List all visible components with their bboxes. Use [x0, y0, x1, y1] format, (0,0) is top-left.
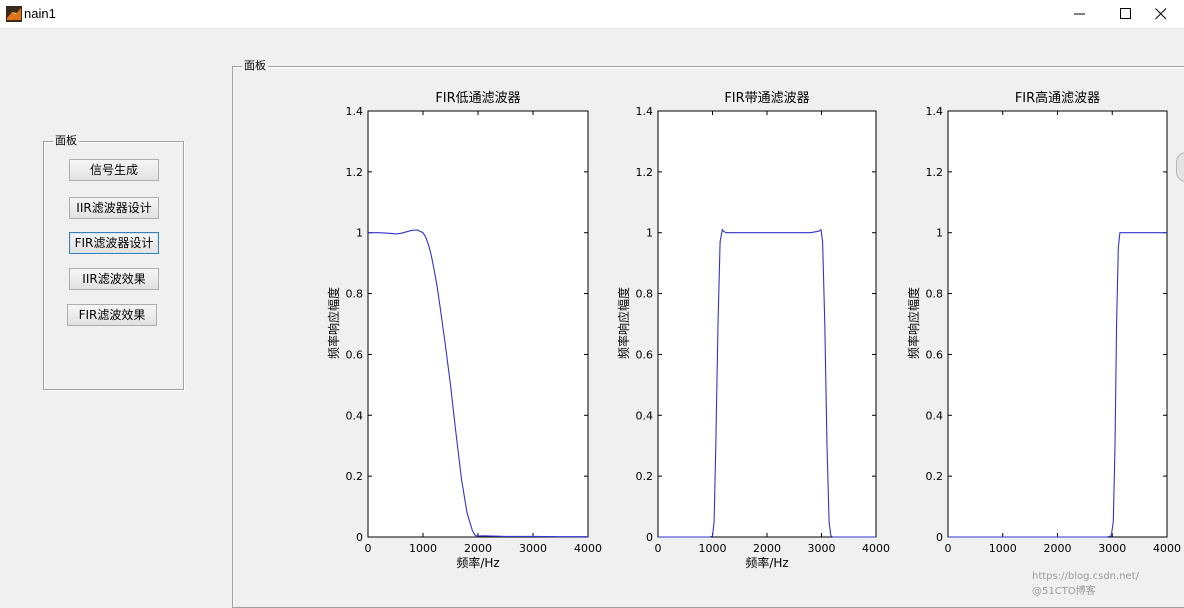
x-tick-label: 1000 — [699, 542, 727, 555]
x-tick-label: 1000 — [989, 542, 1017, 555]
plot-area — [947, 110, 1168, 538]
x-tick-label: 0 — [945, 542, 952, 555]
y-tick-label: 0.8 — [926, 288, 944, 301]
x-tick-label: 1000 — [409, 542, 437, 555]
chart-title: FIR高通滤波器 — [1015, 90, 1100, 106]
y-tick-label: 1.2 — [346, 166, 364, 179]
y-tick-label: 0.6 — [346, 348, 364, 361]
y-tick-label: 1.2 — [636, 166, 654, 179]
plot-area — [657, 110, 877, 538]
x-tick-label: 0 — [365, 542, 372, 555]
filter-plots: 00.20.40.60.811.21.40 1000 2000 3000 4000FIR… — [326, 90, 1181, 570]
y-tick-label: 0.6 — [926, 348, 944, 361]
y-tick-label: 0.4 — [926, 409, 944, 422]
y-tick-label: 1 — [356, 227, 363, 240]
x-tick-label: 4000 — [862, 542, 890, 555]
watermark: https://blog.csdn.net/ @51CTO博客 — [1032, 571, 1139, 597]
chart-1: 0 0.2 0.4 0.6 0.8 1 1.2 1.4 0 1000 2000 3000 4000 FIR… — [326, 91, 602, 570]
x-tick-label: 3000 — [519, 542, 547, 555]
y-tick-label: 1 — [936, 227, 943, 240]
y-tick-label: 1.4 — [636, 105, 654, 118]
plot-area — [367, 110, 589, 538]
y-tick-label: 0 — [356, 531, 363, 544]
x-tick-label: 3000 — [1098, 542, 1126, 555]
y-tick-label: 0.6 — [636, 348, 654, 361]
x-tick-label: 4000 — [574, 542, 602, 555]
y-tick-label: 1.4 — [926, 105, 944, 118]
chart-3: 0 0.2 0.4 0.6 0.8 1 1.2 1.4 0 1000 2000 3000 4000 FIR… — [906, 90, 1181, 555]
y-axis-label: 频率响应幅度 — [326, 287, 341, 359]
y-tick-label: 0.4 — [346, 409, 364, 422]
y-tick-label: 0 — [646, 531, 653, 544]
y-tick-label: 1 — [646, 227, 653, 240]
y-tick-label: 0.2 — [636, 470, 654, 483]
x-tick-label: 2000 — [464, 542, 492, 555]
y-axis-label: 频率响应幅度 — [906, 287, 921, 359]
chart-title: FIR带通滤波器 — [724, 91, 809, 106]
x-axis-label: 频率/Hz — [456, 555, 499, 570]
x-tick-label: 2000 — [753, 542, 781, 555]
y-tick-label: 0.2 — [926, 470, 944, 483]
chart-title: FIR低通滤波器 — [435, 91, 520, 106]
y-tick-label: 0.8 — [636, 288, 654, 301]
y-axis-label: 频率响应幅度 — [616, 287, 631, 359]
chart-2: 0 0.2 0.4 0.6 0.8 1 1.2 1.4 0 1000 2000 3000 4000 FIR… — [616, 91, 890, 570]
x-axis-label: 频率/Hz — [745, 555, 788, 570]
y-tick-label: 1.4 — [346, 105, 364, 118]
x-tick-label: 2000 — [1044, 542, 1072, 555]
x-tick-label: 3000 — [808, 542, 836, 555]
y-tick-label: 0.4 — [636, 409, 654, 422]
y-tick-label: 1.2 — [926, 166, 944, 179]
scroll-handle[interactable] — [1176, 152, 1184, 182]
x-tick-label: 4000 — [1153, 542, 1181, 555]
y-tick-label: 0.2 — [346, 470, 364, 483]
x-tick-label: 0 — [655, 542, 662, 555]
y-tick-label: 0 — [936, 531, 943, 544]
y-tick-label: 0.8 — [346, 288, 364, 301]
